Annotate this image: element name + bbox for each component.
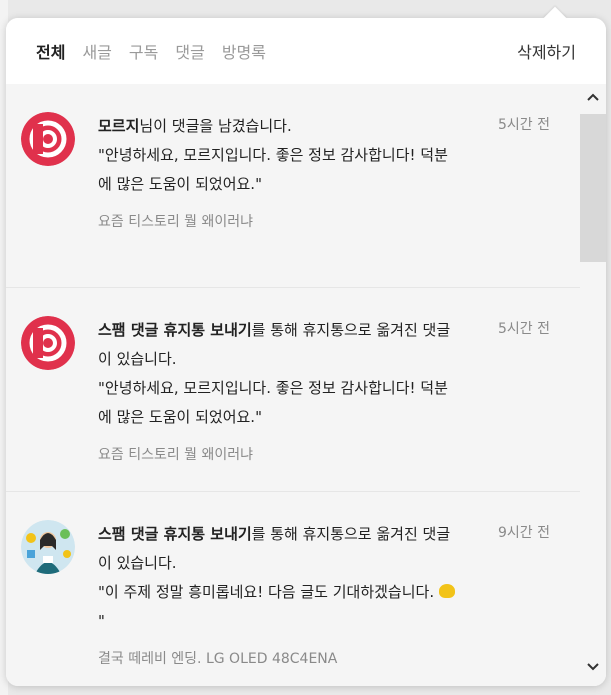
notification-item[interactable]: 스팸 댓글 휴지통 보내기를 통해 휴지통으로 옮겨진 댓글이 있습니다. "안… bbox=[6, 288, 606, 492]
comment-quote: "이 주제 정말 흥미롭네요! 다음 글도 기대하겠습니다. " bbox=[98, 578, 458, 636]
post-title-link[interactable]: 요즘 티스토리 뭘 왜이러냐 bbox=[98, 444, 606, 464]
notification-item[interactable]: 모르지님이 댓글을 남겼습니다. "안녕하세요, 모르지입니다. 좋은 정보 감… bbox=[6, 84, 606, 288]
notification-tabs: 전체 새글 구독 댓글 방명록 bbox=[36, 39, 266, 63]
notification-time: 9시간 전 bbox=[498, 525, 550, 541]
notification-actor: 모르지 bbox=[98, 117, 140, 135]
tab-new-posts[interactable]: 새글 bbox=[82, 39, 111, 63]
notification-actor: 스팸 댓글 휴지통 보내기 bbox=[98, 321, 252, 339]
notification-message: 스팸 댓글 휴지통 보내기를 통해 휴지통으로 옮겨진 댓글이 있습니다. bbox=[98, 316, 454, 374]
delete-all-button[interactable]: 삭제하기 bbox=[517, 39, 576, 63]
scroll-down-arrow-icon[interactable] bbox=[580, 656, 606, 678]
scrollbar[interactable] bbox=[580, 84, 606, 686]
notification-actor: 스팸 댓글 휴지통 보내기 bbox=[98, 525, 252, 543]
post-title-link[interactable]: 요즘 티스토리 뭘 왜이러냐 bbox=[98, 211, 606, 231]
notification-message: 모르지님이 댓글을 남겼습니다. bbox=[98, 112, 454, 141]
comment-quote-text: "이 주제 정말 흥미롭네요! 다음 글도 기대하겠습니다. bbox=[98, 583, 439, 601]
comment-quote-end: " bbox=[98, 612, 105, 630]
person-illustration-avatar bbox=[21, 520, 75, 574]
tab-comments[interactable]: 댓글 bbox=[175, 39, 204, 63]
red-target-avatar bbox=[21, 316, 75, 370]
notification-header: 전체 새글 구독 댓글 방명록 삭제하기 bbox=[6, 18, 606, 84]
notification-item[interactable]: 스팸 댓글 휴지통 보내기를 통해 휴지통으로 옮겨진 댓글이 있습니다. "이… bbox=[6, 492, 606, 686]
notification-popup: 전체 새글 구독 댓글 방명록 삭제하기 모르지님이 댓글을 남겼습니다. "안… bbox=[6, 6, 606, 686]
notification-list[interactable]: 모르지님이 댓글을 남겼습니다. "안녕하세요, 모르지입니다. 좋은 정보 감… bbox=[6, 84, 606, 686]
red-target-avatar bbox=[21, 112, 75, 166]
tab-subscriptions[interactable]: 구독 bbox=[129, 39, 158, 63]
clapping-hands-emoji bbox=[438, 584, 455, 598]
notification-time: 5시간 전 bbox=[498, 321, 550, 337]
tab-all[interactable]: 전체 bbox=[36, 39, 65, 63]
notification-message: 스팸 댓글 휴지통 보내기를 통해 휴지통으로 옮겨진 댓글이 있습니다. bbox=[98, 520, 454, 578]
comment-quote: "안녕하세요, 모르지입니다. 좋은 정보 감사합니다! 덕분에 많은 도움이 … bbox=[98, 146, 448, 193]
notification-action: 님이 댓글을 남겼습니다. bbox=[139, 117, 292, 135]
scrollbar-thumb[interactable] bbox=[580, 114, 606, 262]
notification-time: 5시간 전 bbox=[498, 117, 550, 133]
tab-guestbook[interactable]: 방명록 bbox=[222, 39, 266, 63]
comment-quote: "안녕하세요, 모르지입니다. 좋은 정보 감사합니다! 덕분에 많은 도움이 … bbox=[98, 379, 448, 426]
post-title-link[interactable]: 결국 떼레비 엔딩. LG OLED 48C4ENA bbox=[98, 648, 606, 668]
scroll-up-arrow-icon[interactable] bbox=[580, 86, 606, 108]
